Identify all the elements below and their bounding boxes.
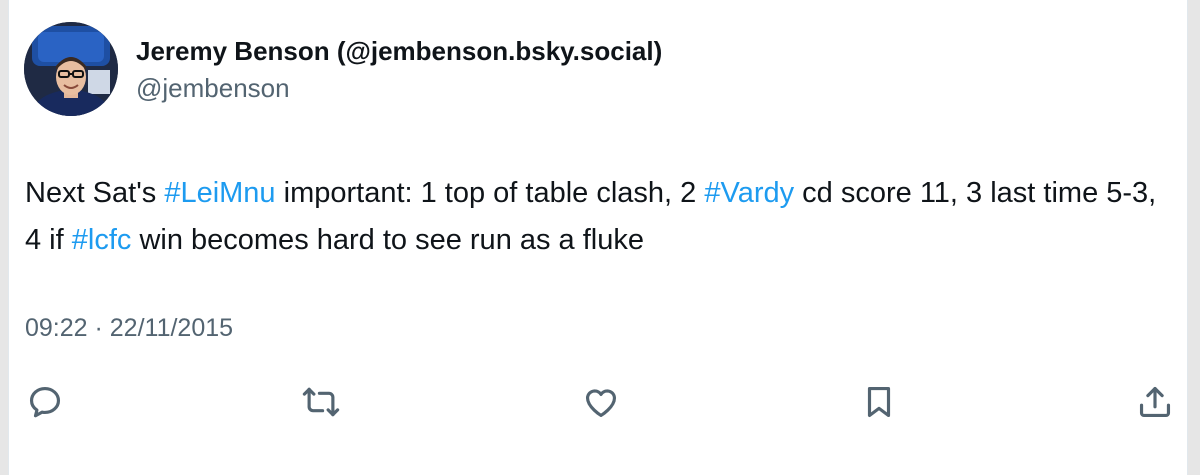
hashtag-link[interactable]: #lcfc [72, 224, 132, 256]
share-button[interactable] [1133, 380, 1177, 424]
bookmark-button[interactable] [857, 380, 901, 424]
like-button[interactable] [579, 380, 623, 424]
author-handle[interactable]: @jembenson [136, 73, 290, 104]
avatar[interactable] [24, 22, 118, 116]
action-bar [9, 380, 1189, 424]
avatar-image [24, 22, 118, 116]
tweet-text-segment: Next Sat's [25, 177, 165, 209]
hashtag-link[interactable]: #Vardy [704, 177, 794, 209]
tweet-text-segment: win becomes hard to see run as a fluke [131, 224, 645, 256]
tweet-timestamp[interactable]: 09:22 · 22/11/2015 [25, 314, 233, 343]
like-icon [585, 389, 617, 418]
retweet-icon [302, 387, 340, 417]
author-display-name[interactable]: Jeremy Benson (@jembenson.bsky.social) [136, 36, 662, 67]
tweet-text: Next Sat's #LeiMnu important: 1 top of t… [25, 170, 1175, 264]
tweet-card: Jeremy Benson (@jembenson.bsky.social) @… [8, 0, 1188, 475]
hashtag-link[interactable]: #LeiMnu [164, 177, 275, 209]
retweet-button[interactable] [299, 380, 343, 424]
reply-icon [29, 386, 61, 418]
reply-button[interactable] [23, 380, 67, 424]
tweet-text-segment: important: 1 top of table clash, 2 [275, 177, 705, 209]
share-icon [1139, 386, 1171, 418]
bookmark-icon [867, 386, 891, 418]
